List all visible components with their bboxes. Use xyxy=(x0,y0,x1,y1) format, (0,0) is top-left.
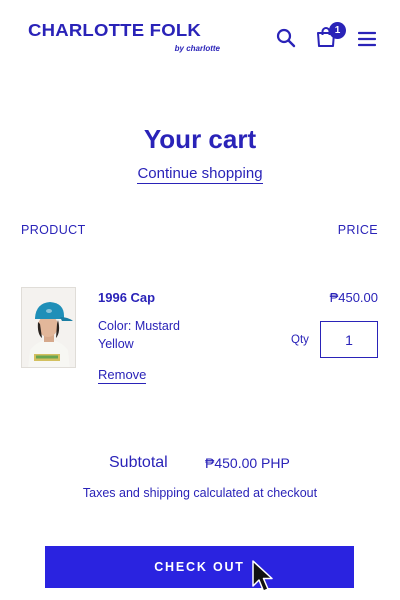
brand-name: CHARLOTTE FOLK xyxy=(28,20,201,40)
cart-count-badge: 1 xyxy=(329,22,346,39)
mouse-pointer-icon xyxy=(251,559,275,597)
continue-shopping-container: Continue shopping xyxy=(0,163,400,184)
checkout-button[interactable]: CHECK OUT xyxy=(45,546,354,588)
product-name-link[interactable]: 1996 Cap xyxy=(98,290,155,305)
page-title: Your cart xyxy=(143,124,257,154)
brand-logo[interactable]: CHARLOTTE FOLK by charlotte xyxy=(28,21,224,53)
subtotal-label: Subtotal xyxy=(109,454,168,471)
price-column-header: PRICE xyxy=(337,223,378,237)
remove-item-link[interactable]: Remove xyxy=(98,367,147,384)
product-column-header: PRODUCT xyxy=(21,223,86,237)
product-price: ₱450.00 xyxy=(329,290,378,305)
brand-subtitle: by charlotte xyxy=(174,43,220,53)
site-header: CHARLOTTE FOLK by charlotte 1 xyxy=(0,0,400,70)
product-variant: Color: Mustard Yellow xyxy=(98,319,180,351)
tax-shipping-note: Taxes and shipping calculated at checkou… xyxy=(82,486,318,500)
search-icon[interactable] xyxy=(276,28,296,52)
subtotal-value: ₱450.00 PHP xyxy=(205,455,290,471)
quantity-input[interactable] xyxy=(320,321,378,358)
product-thumbnail[interactable] xyxy=(21,287,76,368)
quantity-label: Qty xyxy=(291,334,309,346)
continue-shopping-link[interactable]: Continue shopping xyxy=(137,165,263,184)
hamburger-menu-icon[interactable] xyxy=(357,31,377,51)
